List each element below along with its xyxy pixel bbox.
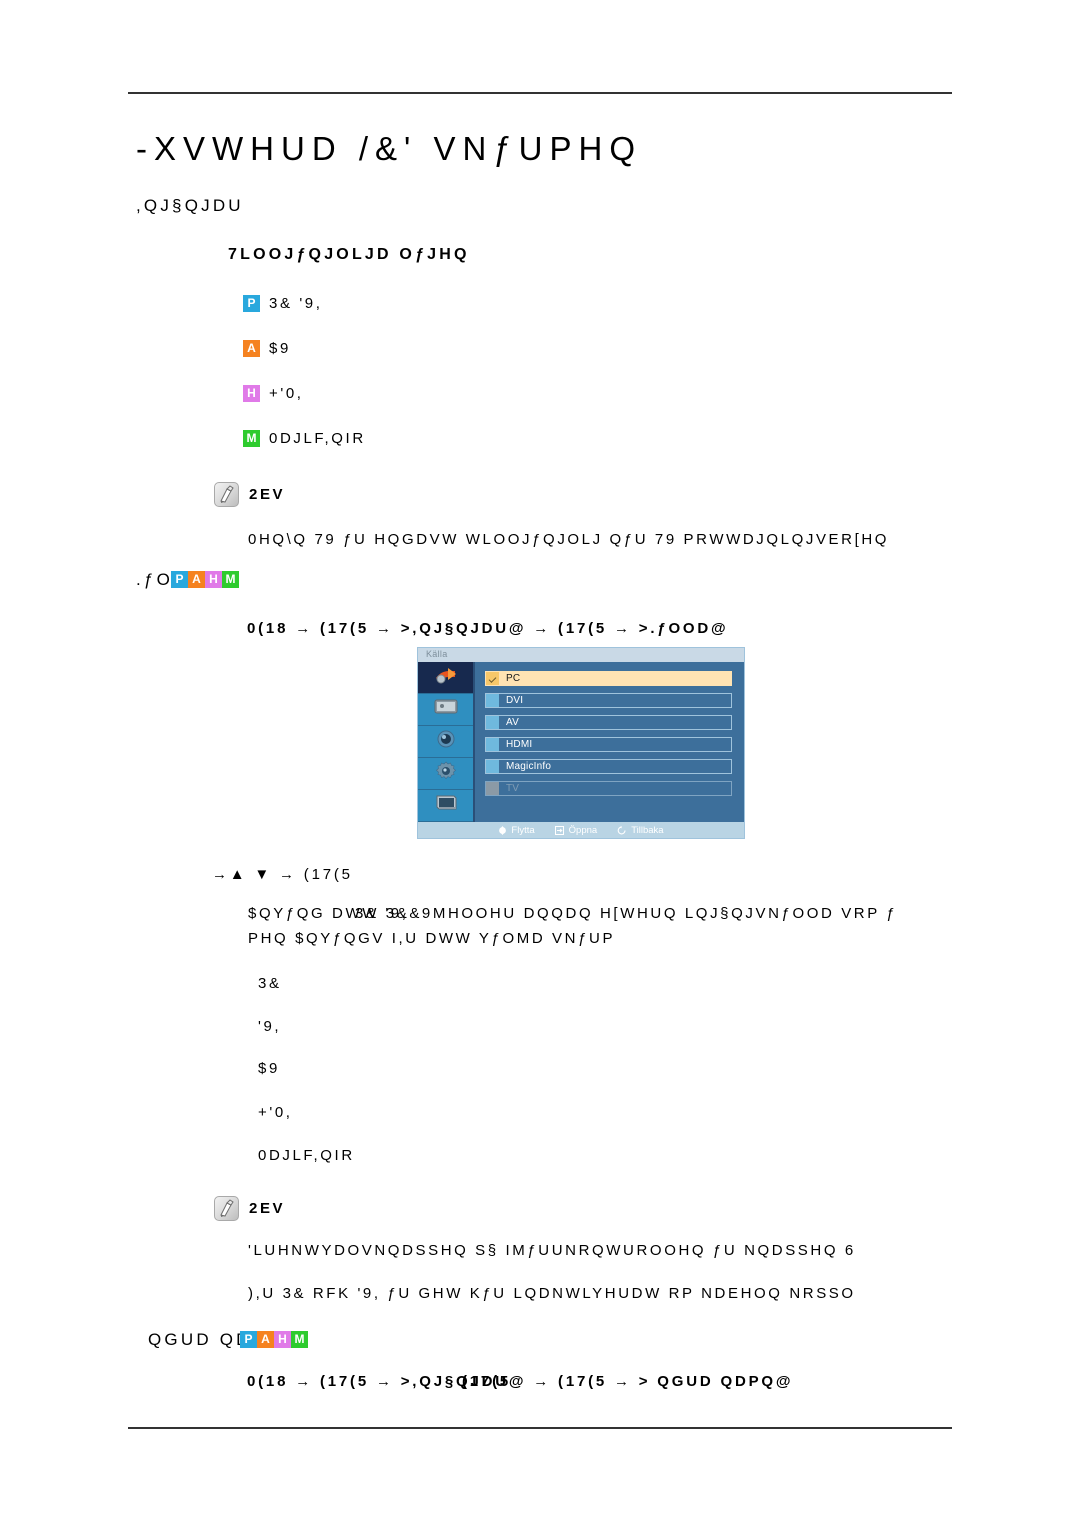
osd-row-tv: TV <box>485 781 732 796</box>
section-heading-andra-namn: QGUD QDPQ P A H M <box>148 1330 308 1350</box>
osd-sidebar-item-sound[interactable] <box>418 726 473 758</box>
osd-row-label: DVI <box>506 695 524 706</box>
mode-label-av: $9 <box>269 340 291 357</box>
note-bottom-label: 2EV <box>249 1200 286 1217</box>
picture-icon <box>432 697 460 722</box>
menu-path-kalla: 0(18 → (17(5 → >,QJ§QJDU@ → (17(5 → >.ƒO… <box>247 620 729 637</box>
osd-sidebar <box>418 662 475 822</box>
move-icon <box>499 826 507 835</box>
mode-item-pc: P 3& '9, <box>243 295 323 312</box>
source-item-dvi: '9, <box>258 1018 282 1035</box>
osd-source-list: PC DVI AV HDMI MagicInfo TV <box>475 662 744 822</box>
footer-rule <box>128 1427 952 1429</box>
osd-row-label: TV <box>506 783 520 794</box>
osd-row-label: MagicInfo <box>506 761 552 772</box>
source-item-av: $9 <box>258 1060 280 1077</box>
source-item-magicinfo: 0DJLF,QIR <box>258 1147 355 1164</box>
osd-row-hdmi[interactable]: HDMI <box>485 737 732 752</box>
osd-footer-move: Flytta <box>498 825 535 836</box>
section-heading-kalla: .ƒOOD P A H M <box>136 570 239 590</box>
osd-swatch <box>486 716 499 729</box>
badge-a-icon: A <box>243 340 260 357</box>
multi-control-icon <box>432 792 460 819</box>
mode-label-pc: 3& '9, <box>269 295 323 312</box>
osd-row-magicinfo[interactable]: MagicInfo <box>485 759 732 774</box>
menu-path-andra-namn-overlay: (17(5 <box>462 1373 512 1390</box>
osd-check-icon <box>486 672 499 685</box>
badge-m-icon: M <box>291 1331 308 1348</box>
mode-item-magicinfo: M 0DJLF,QIR <box>243 430 366 447</box>
osd-footer-return: Tillbaka <box>617 825 664 836</box>
badge-p-icon: P <box>240 1331 257 1348</box>
return-icon <box>617 826 626 835</box>
osd-title: Källa <box>418 648 744 662</box>
kalla-description-line1: $QYƒQG DWW 3&&9MHOOHU DQQDQ H[WHUQ LQJ§Q… <box>248 905 898 922</box>
source-item-hdmi: +'0, <box>258 1104 293 1121</box>
source-item-pc: 3& <box>258 975 282 992</box>
note-top-label: 2EV <box>249 486 286 503</box>
badge-h-icon: H <box>205 571 222 588</box>
osd-swatch <box>486 760 499 773</box>
osd-sidebar-item-multi-control[interactable] <box>418 790 473 822</box>
badge-a-icon: A <box>257 1331 274 1348</box>
subsection-heading-tillgangliga-lagen: 7LOOJƒQJOLJD OƒJHQ <box>228 246 470 263</box>
osd-row-av[interactable]: AV <box>485 715 732 730</box>
note-bottom-line2: ),U 3& RFK '9, ƒU GHW KƒU LQDNWLYHUDW RP… <box>248 1285 856 1302</box>
badge-m-icon: M <box>222 571 239 588</box>
osd-sidebar-item-picture[interactable] <box>418 694 473 726</box>
osd-footer-enter: Öppna <box>554 825 598 836</box>
osd-row-label: PC <box>506 673 521 684</box>
badge-h-icon: H <box>243 385 260 402</box>
page-title: -XVWHUD /&' VNƒUPHQ <box>136 130 643 167</box>
kalla-description-line2: PHQ $QYƒQGV I,U DWW YƒOMD VNƒUP <box>248 930 616 947</box>
osd-footer-label: Öppna <box>568 825 598 836</box>
section-heading-ingangar: ,QJ§QJDU <box>136 196 244 215</box>
osd-swatch <box>486 782 499 795</box>
mode-item-hdmi: H +'0, <box>243 385 304 402</box>
kalla-description-line1-overlay: 3& '9, <box>355 905 409 922</box>
mode-label-magicinfo: 0DJLF,QIR <box>269 430 366 447</box>
mode-label-hdmi: +'0, <box>269 385 304 402</box>
badge-a-icon: A <box>188 571 205 588</box>
menu-path-andra-namn: 0(18 → (17(5 → >,QJ§QJDU@ → (17(5 → > QG… <box>247 1373 794 1390</box>
osd-swatch <box>486 694 499 707</box>
setup-icon <box>435 760 457 787</box>
badge-p-icon: P <box>243 295 260 312</box>
osd-row-label: AV <box>506 717 519 728</box>
section-heading-andra-namn-badges: P A H M <box>240 1331 308 1348</box>
osd-swatch <box>486 738 499 751</box>
badge-m-icon: M <box>243 430 260 447</box>
note-top: 2EV <box>214 482 285 507</box>
header-rule <box>128 92 952 94</box>
osd-footer: Flytta Öppna Tillbaka <box>418 822 744 838</box>
note-top-text: 0HQ\Q 79 ƒU HQGDVW WLOOJƒQJOLJ QƒU 79 PR… <box>248 531 890 548</box>
nav-path-kalla: →▲ ▼ → (17(5 <box>212 866 353 883</box>
osd-row-dvi[interactable]: DVI <box>485 693 732 708</box>
input-source-icon <box>433 665 459 690</box>
manual-page: -XVWHUD /&' VNƒUPHQ ,QJ§QJDU 7LOOJƒQJOLJ… <box>0 0 1080 1527</box>
mode-item-av: A $9 <box>243 340 291 357</box>
osd-footer-label: Tillbaka <box>631 825 664 836</box>
note-bottom: 2EV <box>214 1196 285 1221</box>
badge-h-icon: H <box>274 1331 291 1348</box>
osd-sidebar-item-input-source[interactable] <box>418 662 473 694</box>
enter-icon <box>554 826 564 835</box>
note-icon <box>214 1196 239 1221</box>
osd-body: PC DVI AV HDMI MagicInfo TV <box>418 662 744 822</box>
note-bottom-line1: 'LUHNWYDOVNQDSSHQ S§ IMƒUUNRQWUROOHQ ƒU … <box>248 1242 856 1259</box>
osd-sidebar-item-setup[interactable] <box>418 758 473 790</box>
sound-icon <box>435 728 457 755</box>
section-heading-kalla-badges: P A H M <box>171 571 239 588</box>
osd-screenshot: Källa PC DVI AV HDMI MagicInfo TV Flytta… <box>417 647 745 839</box>
osd-footer-label: Flytta <box>511 825 535 836</box>
badge-p-icon: P <box>171 571 188 588</box>
osd-row-pc[interactable]: PC <box>485 671 732 686</box>
osd-row-label: HDMI <box>506 739 533 750</box>
note-icon <box>214 482 239 507</box>
